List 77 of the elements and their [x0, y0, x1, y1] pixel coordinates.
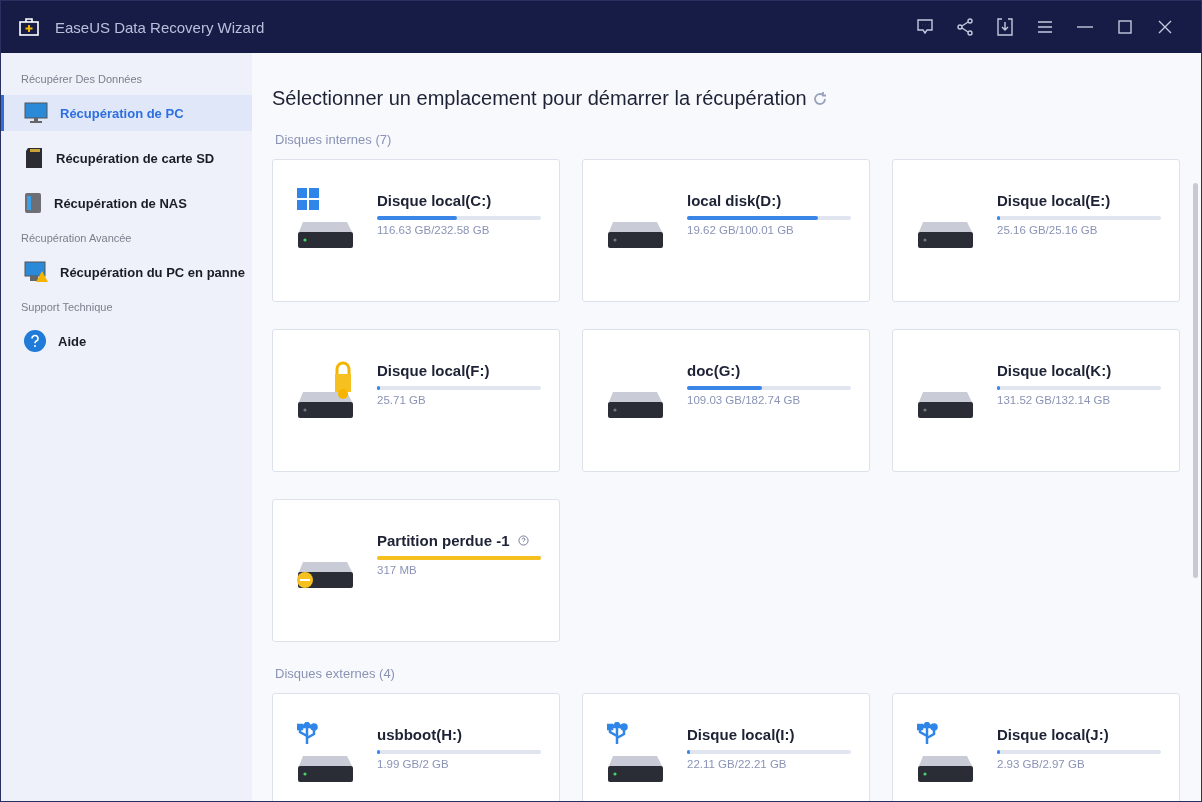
- drive-card[interactable]: Disque local(K:) 131.52 GB/132.14 GB: [892, 329, 1180, 472]
- help-icon: [24, 330, 46, 352]
- hard-drive-icon: [918, 392, 974, 418]
- window-title: EaseUS Data Recovery Wizard: [55, 18, 266, 36]
- sidebar-item[interactable]: Aide: [1, 323, 252, 359]
- usb-icon: [607, 722, 628, 745]
- medical-kit-icon: [19, 18, 39, 36]
- hard-drive-icon: [298, 392, 354, 418]
- drive-card[interactable]: Disque local(E:) 25.16 GB/25.16 GB: [892, 159, 1180, 302]
- drive-card[interactable]: Partition perdue -1 317 MB: [272, 499, 560, 642]
- sidebar-item[interactable]: Récupération de PC: [1, 95, 252, 131]
- help-icon[interactable]: [517, 535, 529, 546]
- hard-drive-icon: [918, 222, 974, 248]
- monitor-warning-icon: [24, 261, 48, 283]
- sidebar-item[interactable]: Récupération de NAS: [1, 185, 252, 221]
- sidebar-section-label: Récupérer Des Données: [20, 72, 144, 87]
- drive-card[interactable]: Disque local(C:) 116.63 GB/232.58 GB: [272, 159, 560, 302]
- drive-size: 317 MB: [377, 564, 418, 576]
- drive-card[interactable]: Disque local(J:) 2.93 GB/2.97 GB: [892, 693, 1180, 801]
- sidebar-item[interactable]: Récupération du PC en panne: [1, 254, 252, 290]
- drive-size: 131.52 GB/132.14 GB: [997, 394, 1112, 406]
- section-label: Disques internes (7): [275, 132, 393, 147]
- minus-badge-icon: [297, 572, 313, 588]
- drive-name: Disque local(F:): [377, 362, 490, 379]
- drive-name: Disque local(I:): [687, 726, 795, 743]
- menu-icon: [1037, 20, 1053, 34]
- sd-card-icon: [24, 147, 44, 169]
- hard-drive-icon: [608, 392, 664, 418]
- download-icon: [997, 18, 1013, 36]
- hard-drive-icon: [298, 222, 354, 248]
- sidebar-item-label: Récupération de PC: [60, 105, 184, 121]
- hard-drive-icon: [918, 756, 974, 782]
- drive-size: 1.99 GB/2 GB: [377, 758, 450, 770]
- drive-name: usbboot(H:): [377, 726, 462, 743]
- sidebar-section-label: Récupération Avancée: [20, 231, 133, 246]
- sidebar-item-label: Récupération de carte SD: [56, 150, 215, 166]
- drive-size: 109.03 GB/182.74 GB: [687, 394, 802, 406]
- hard-drive-icon: [298, 756, 354, 782]
- drive-name: Disque local(C:): [377, 192, 492, 209]
- page-heading: Sélectionner un emplacement pour démarrer la récupération: [272, 87, 807, 110]
- drive-name: local disk(D:): [687, 192, 782, 209]
- sidebar-item-label: Aide: [58, 333, 87, 349]
- hard-drive-icon: [608, 222, 664, 248]
- windows-logo-icon: [297, 188, 319, 210]
- scrollbar[interactable]: [1193, 183, 1198, 578]
- drive-size: 22.11 GB/22.21 GB: [687, 758, 788, 770]
- drive-card[interactable]: Disque local(F:) 25.71 GB: [272, 329, 560, 472]
- drive-name: Partition perdue -1: [377, 532, 510, 549]
- maximize-icon: [1118, 20, 1132, 34]
- sidebar-section-label: Support Technique: [20, 300, 114, 315]
- drive-size: 2.93 GB/2.97 GB: [997, 758, 1086, 770]
- usb-icon: [297, 722, 318, 745]
- share-icon: [956, 18, 974, 36]
- drive-name: Disque local(J:): [997, 726, 1109, 743]
- sidebar-item-label: Récupération du PC en panne: [60, 264, 245, 280]
- minimize-icon: [1077, 26, 1093, 28]
- usb-icon: [917, 722, 938, 745]
- monitor-icon: [24, 102, 48, 124]
- sidebar-item[interactable]: Récupération de carte SD: [1, 140, 252, 176]
- drive-card[interactable]: doc(G:) 109.03 GB/182.74 GB: [582, 329, 870, 472]
- drive-card[interactable]: usbboot(H:) 1.99 GB/2 GB: [272, 693, 560, 801]
- drive-size: 25.71 GB: [377, 394, 427, 406]
- drive-name: Disque local(K:): [997, 362, 1112, 379]
- chat-icon: [916, 19, 934, 35]
- hard-drive-icon: [608, 756, 664, 782]
- drive-size: 25.16 GB/25.16 GB: [997, 224, 1099, 236]
- drive-card[interactable]: Disque local(I:) 22.11 GB/22.21 GB: [582, 693, 870, 801]
- drive-name: Disque local(E:): [997, 192, 1111, 209]
- drive-name: doc(G:): [687, 362, 741, 379]
- sidebar-item-label: Récupération de NAS: [54, 195, 187, 211]
- drive-card[interactable]: local disk(D:) 19.62 GB/100.01 GB: [582, 159, 870, 302]
- drive-size: 19.62 GB/100.01 GB: [687, 224, 795, 236]
- section-label: Disques externes (4): [275, 666, 396, 681]
- drive-size: 116.63 GB/232.58 GB: [377, 224, 491, 236]
- server-icon: [24, 192, 42, 214]
- close-icon: [1158, 20, 1172, 34]
- lock-icon: [335, 361, 351, 399]
